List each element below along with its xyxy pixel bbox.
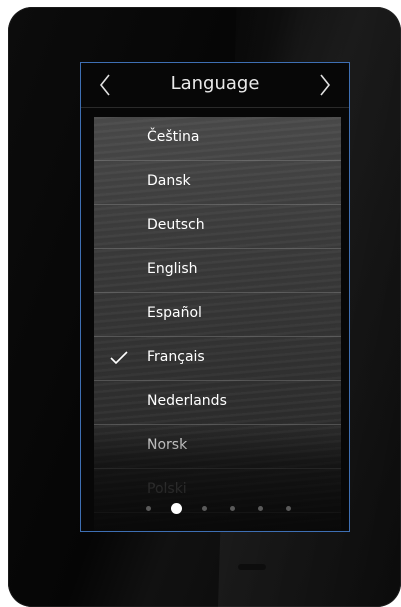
language-item[interactable]: Čeština — [94, 117, 341, 161]
touch-screen: Language Čeština Dansk Deutsch English E… — [80, 62, 350, 532]
page-dot[interactable] — [146, 506, 151, 511]
chevron-left-icon — [99, 74, 110, 96]
language-item[interactable]: Norsk — [94, 425, 341, 469]
language-label: Norsk — [147, 437, 188, 453]
language-list: Čeština Dansk Deutsch English Español Fr… — [94, 117, 341, 531]
language-item[interactable]: Deutsch — [94, 205, 341, 249]
page-title: Language — [170, 73, 260, 94]
chevron-right-icon — [320, 74, 331, 96]
language-item-selected[interactable]: Français — [94, 337, 341, 381]
language-label: Français — [147, 349, 205, 365]
header-bar: Language — [81, 63, 349, 108]
page-dot[interactable] — [258, 506, 263, 511]
page-indicator — [143, 503, 293, 515]
language-label: Nederlands — [147, 393, 227, 409]
checkmark-icon — [110, 351, 128, 365]
language-item[interactable]: English — [94, 249, 341, 293]
language-item[interactable]: Nederlands — [94, 381, 341, 425]
sensor-indicator — [238, 564, 266, 570]
language-label: Español — [147, 305, 202, 321]
language-label: Deutsch — [147, 217, 205, 233]
language-label: Polski — [147, 481, 187, 497]
language-item[interactable]: Español — [94, 293, 341, 337]
language-label: Dansk — [147, 173, 191, 189]
page-dot-active[interactable] — [171, 503, 182, 514]
forward-button[interactable] — [307, 69, 343, 101]
page-dot[interactable] — [202, 506, 207, 511]
language-item[interactable]: Dansk — [94, 161, 341, 205]
page-dot[interactable] — [286, 506, 291, 511]
language-label: English — [147, 261, 198, 277]
language-label: Čeština — [147, 129, 200, 145]
back-button[interactable] — [87, 69, 123, 101]
page-dot[interactable] — [230, 506, 235, 511]
